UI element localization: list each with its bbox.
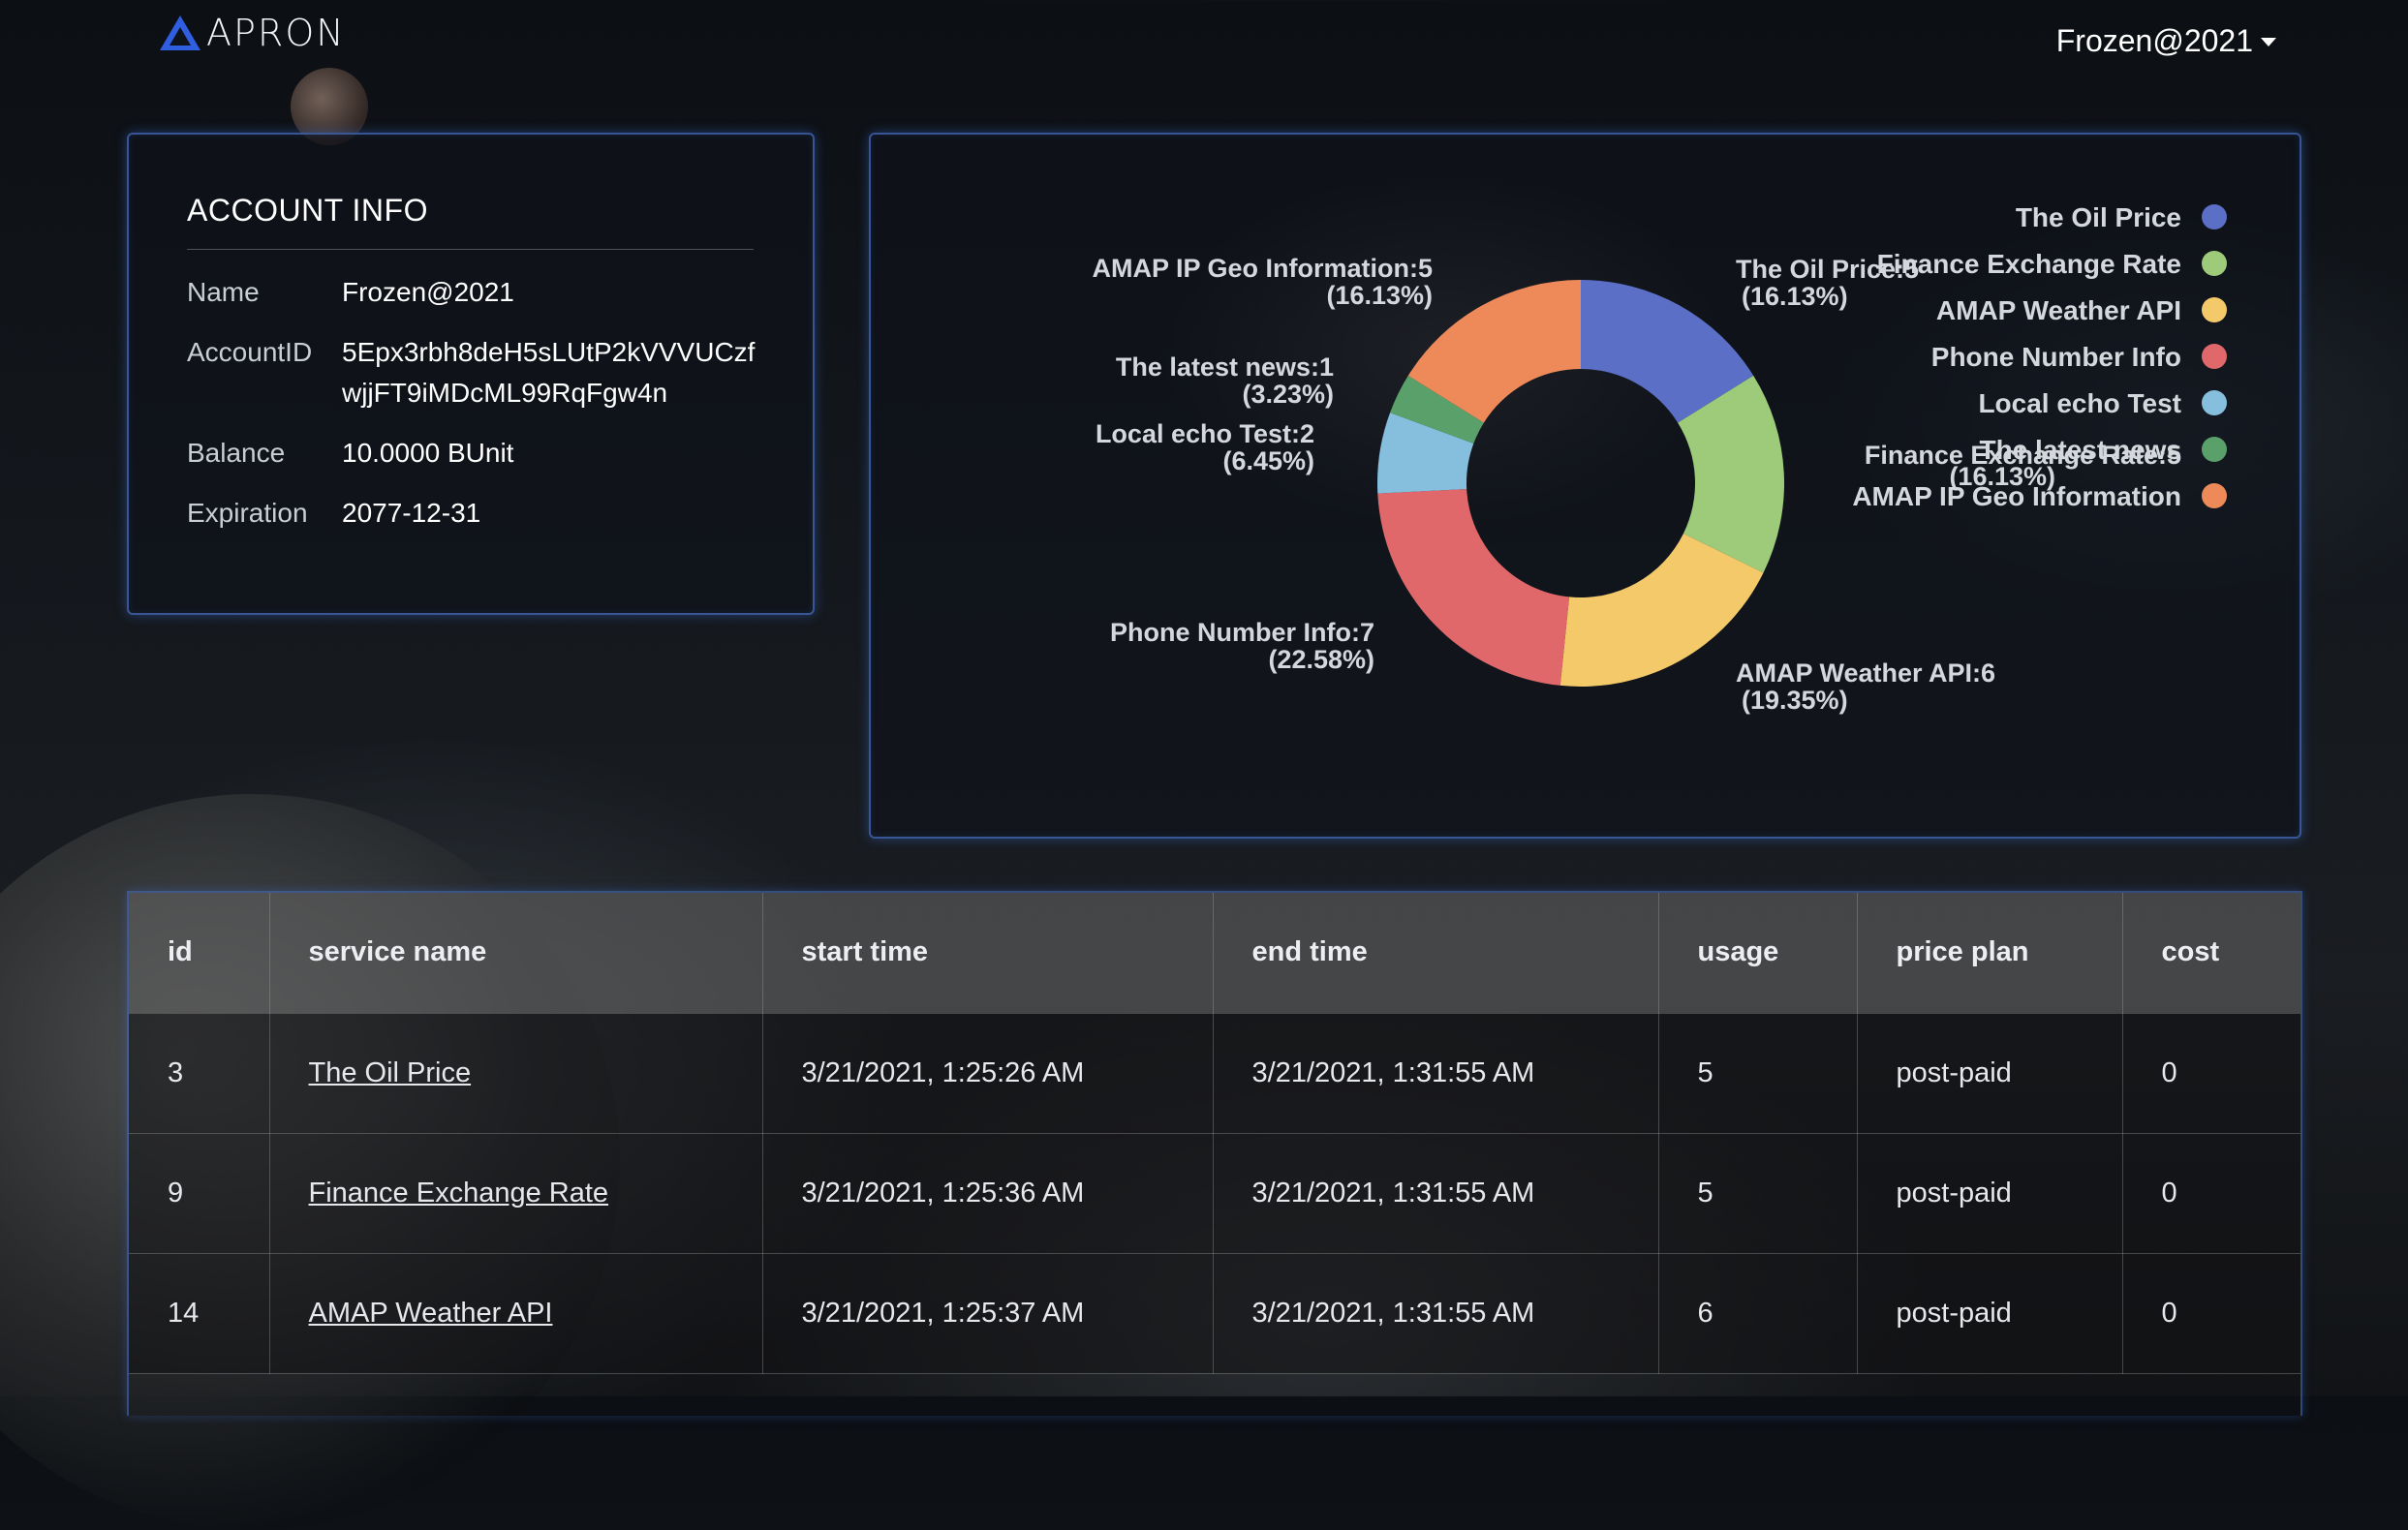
top-bar: APRON Frozen@2021 [0,0,2408,68]
cell-service-name: The Oil Price [269,1013,763,1134]
info-row-account-id: AccountID 5Epx3rbh8deH5sLUtP2kVVVUCzfwjj… [187,332,758,413]
cell-service-name: AMAP Weather API [269,1253,763,1374]
apron-logo-icon [160,15,201,50]
cell-id: 3 [129,1013,270,1134]
info-label: Expiration [187,498,308,528]
cell-cost: 0 [2122,1133,2300,1254]
legend-label-amap-weather-api[interactable]: AMAP Weather API [1936,295,2181,325]
cell-end-time: 3/21/2021, 1:31:55 AM [1213,1013,1659,1134]
legend-dot-icon[interactable] [2202,437,2227,462]
caret-down-icon [2261,38,2276,46]
cell-end-time: 3/21/2021, 1:31:55 AM [1213,1133,1659,1254]
user-menu-dropdown[interactable]: Frozen@2021 [2056,23,2276,59]
cell-end-time: 3/21/2021, 1:31:55 AM [1213,1253,1659,1374]
usage-chart-panel: The Oil Price:5 (16.13%) AMAP Weather API:… [869,133,2301,839]
usage-table-grid: id service name start time end time usag… [129,893,2300,1374]
cell-price-plan: post-paid [1857,1133,2123,1254]
info-label: Balance [187,438,286,468]
column-header-cost[interactable]: cost [2122,893,2300,1014]
legend-dot-icon[interactable] [2202,204,2227,230]
cell-start-time: 3/21/2021, 1:25:26 AM [762,1013,1214,1134]
slice-percent-the-latest-news: (3.23%) [1242,380,1334,409]
cell-id: 14 [129,1253,270,1374]
cell-start-time: 3/21/2021, 1:25:37 AM [762,1253,1214,1374]
table-header-row: id service name start time end time usag… [129,893,2300,1014]
service-link[interactable]: The Oil Price [309,1057,472,1088]
cell-price-plan: post-paid [1857,1253,2123,1374]
usage-table: id service name start time end time usag… [127,891,2302,1416]
info-value: 10.0000 BUnit [342,438,514,468]
cell-usage: 6 [1658,1253,1858,1374]
cell-start-time: 3/21/2021, 1:25:36 AM [762,1133,1214,1254]
apron-logo[interactable]: APRON [158,12,346,54]
column-header-service-name[interactable]: service name [269,893,763,1014]
column-header-usage[interactable]: usage [1658,893,1858,1014]
slice-percent-amap-ip-geo-information: (16.13%) [1326,281,1433,310]
table-row: 9 Finance Exchange Rate 3/21/2021, 1:25:… [129,1133,2300,1254]
column-header-id[interactable]: id [129,893,270,1014]
legend-label-the-oil-price[interactable]: The Oil Price [2016,202,2181,232]
slice-label-amap-weather-api: AMAP Weather API:6 [1736,658,1995,688]
info-value: 5Epx3rbh8deH5sLUtP2kVVVUCzfwjjFT9iMDcML9… [342,337,756,408]
service-link[interactable]: Finance Exchange Rate [309,1178,609,1209]
divider [187,249,754,250]
cell-price-plan: post-paid [1857,1013,2123,1134]
slice-percent-the-oil-price: (16.13%) [1742,282,1848,311]
slice-label-amap-ip-geo-information: AMAP IP Geo Information:5 [1092,254,1433,283]
slice-label-the-latest-news: The latest news:1 [1116,352,1334,382]
slice-percent-phone-number-info: (22.58%) [1268,645,1374,674]
table-row: 3 The Oil Price 3/21/2021, 1:25:26 AM 3/… [129,1013,2300,1134]
legend-label-the-latest-news[interactable]: The latest news [1979,435,2181,465]
legend-label-finance-exchange-rate[interactable]: Finance Exchange Rate [1877,249,2181,279]
cell-id: 9 [129,1133,270,1254]
info-row-balance: Balance 10.0000 BUnit [187,433,758,474]
cell-usage: 5 [1658,1013,1858,1134]
legend-dot-icon[interactable] [2202,297,2227,322]
legend-dot-icon[interactable] [2202,390,2227,415]
legend-label-local-echo-test[interactable]: Local echo Test [1978,388,2181,418]
legend-dot-icon[interactable] [2202,483,2227,508]
user-name: Frozen@2021 [2055,23,2253,58]
service-link[interactable]: AMAP Weather API [309,1298,553,1329]
donut-chart: The Oil Price:5(16.13%)AMAP Weather API:… [1092,202,2227,715]
column-header-price-plan[interactable]: price plan [1857,893,2123,1014]
slice-label-phone-number-info: Phone Number Info:7 [1110,618,1374,647]
legend-label-amap-ip-geo-information[interactable]: AMAP IP Geo Information [1852,481,2181,511]
info-label: Name [187,277,260,307]
info-value: Frozen@2021 [342,277,514,307]
info-label: AccountID [187,337,313,367]
cell-usage: 5 [1658,1133,1858,1254]
brand-name: APRON [206,12,346,54]
info-value: 2077-12-31 [342,498,481,528]
info-row-name: Name Frozen@2021 [187,272,758,313]
cell-cost: 0 [2122,1013,2300,1134]
legend-label-phone-number-info[interactable]: Phone Number Info [1931,342,2181,372]
donut-slice-phone-number-info[interactable] [1377,488,1570,686]
cell-cost: 0 [2122,1253,2300,1374]
cell-service-name: Finance Exchange Rate [269,1133,763,1254]
table-row: 14 AMAP Weather API 3/21/2021, 1:25:37 A… [129,1253,2300,1374]
info-row-expiration: Expiration 2077-12-31 [187,493,758,534]
slice-percent-local-echo-test: (6.45%) [1222,446,1314,475]
legend-dot-icon[interactable] [2202,251,2227,276]
account-info-title: ACCOUNT INFO [187,193,428,228]
column-header-end-time[interactable]: end time [1213,893,1659,1014]
legend-dot-icon[interactable] [2202,344,2227,369]
column-header-start-time[interactable]: start time [762,893,1214,1014]
slice-percent-amap-weather-api: (19.35%) [1742,686,1848,715]
account-info-panel: ACCOUNT INFO Name Frozen@2021 AccountID … [127,133,815,615]
slice-label-local-echo-test: Local echo Test:2 [1096,419,1314,448]
